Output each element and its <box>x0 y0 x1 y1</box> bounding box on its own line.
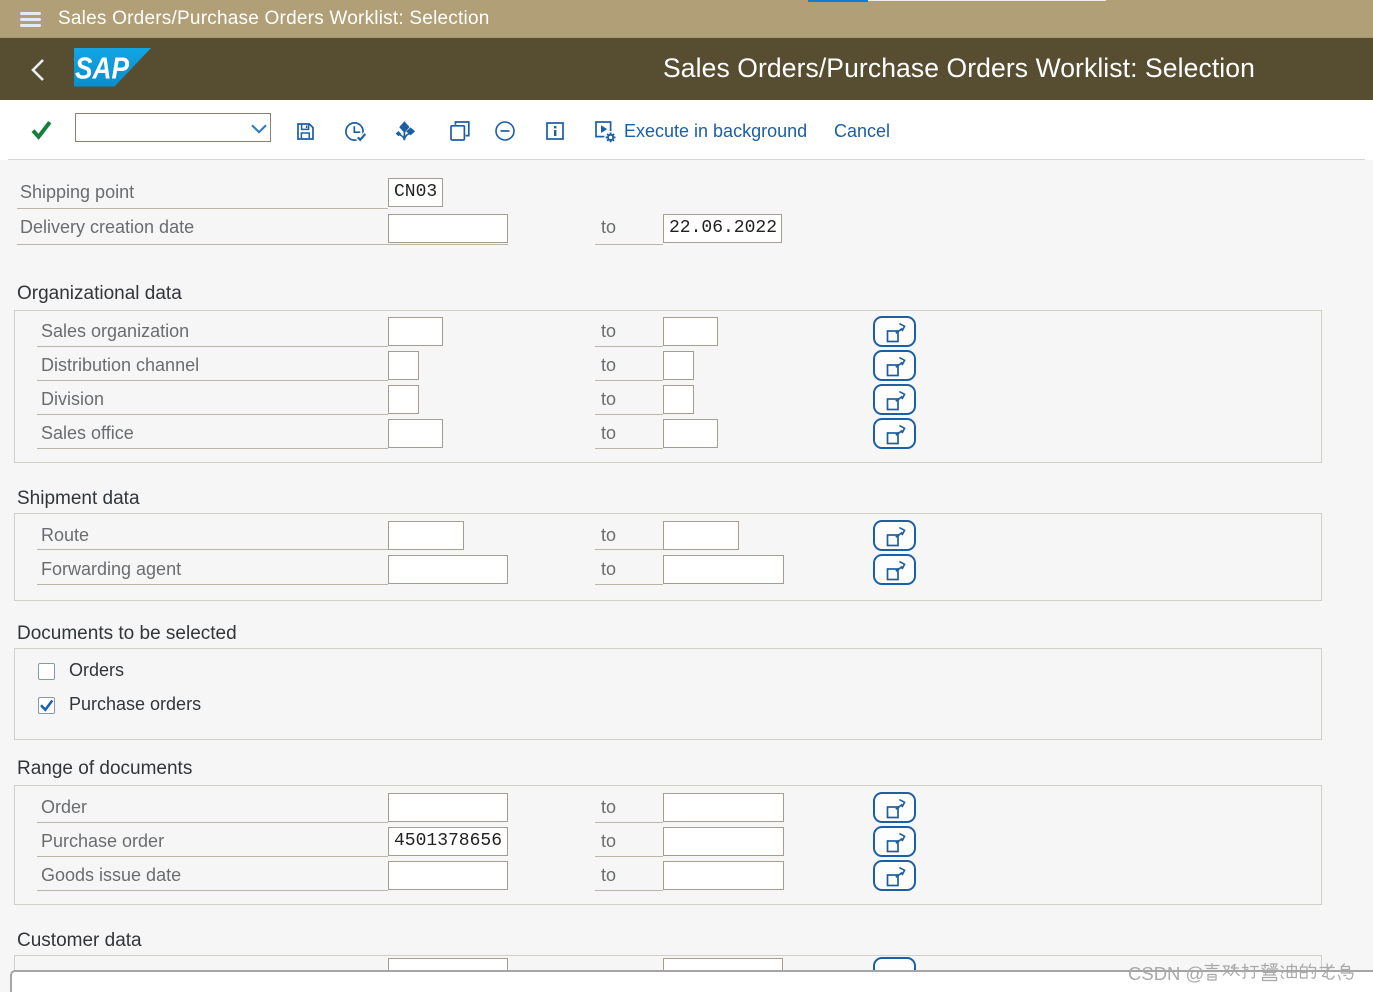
svg-text:SAP: SAP <box>75 50 129 85</box>
